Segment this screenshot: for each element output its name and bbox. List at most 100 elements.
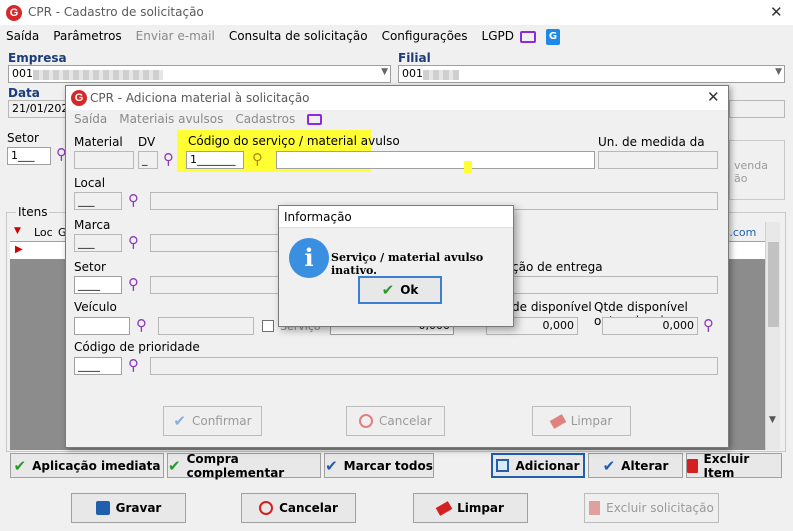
dv-field[interactable]: _ <box>138 151 158 169</box>
local-label: Local <box>74 176 106 190</box>
dv-label: DV <box>138 135 156 149</box>
app-logo-icon: G <box>71 90 87 106</box>
menu-consulta[interactable]: Consulta de solicitação <box>229 29 368 45</box>
menu-lgpd[interactable]: LGPD <box>482 29 514 45</box>
filial-label: Filial <box>398 51 431 65</box>
search-icon[interactable]: ⚲ <box>703 318 714 333</box>
redacted-text <box>423 70 459 80</box>
close-icon[interactable]: ✕ <box>770 3 783 21</box>
side-panel: venda ão <box>729 140 785 200</box>
chevron-down-icon[interactable]: ▼ <box>775 67 782 77</box>
dialog-limpar-button[interactable]: Limpar <box>532 406 631 436</box>
excluir-item-button[interactable]: Excluir Item <box>686 452 782 480</box>
confirmar-button[interactable]: ✔ Confirmar <box>163 406 262 436</box>
close-icon[interactable]: ✕ <box>707 88 720 106</box>
data-field[interactable]: 21/01/2020 <box>8 100 68 118</box>
redacted-text <box>33 70 163 80</box>
check-icon: ✔ <box>13 456 27 475</box>
prioridade-desc-field[interactable] <box>150 357 718 375</box>
entrega-field[interactable] <box>512 276 718 294</box>
marca-desc-field[interactable] <box>150 234 280 252</box>
limpar-button[interactable]: Limpar <box>413 493 528 523</box>
eraser-icon <box>435 500 453 516</box>
ok-button[interactable]: ✔ Ok <box>358 276 442 304</box>
setor-label: Setor <box>74 260 106 274</box>
codigo-desc-field[interactable] <box>276 151 595 169</box>
compra-complementar-button[interactable]: ✔ Compra complementar <box>167 452 321 480</box>
search-icon[interactable]: ⚲ <box>128 277 139 292</box>
cancel-icon <box>359 414 374 428</box>
search-icon[interactable]: ⚲ <box>128 358 139 373</box>
dialog-titlebar: G CPR - Adiciona material à solicitação … <box>66 86 728 110</box>
veiculo-desc-field[interactable] <box>158 317 254 335</box>
sort-down-icon[interactable]: ▼ <box>14 226 21 236</box>
filial-combo[interactable]: 001 ▼ <box>398 65 785 83</box>
add-icon <box>496 459 510 472</box>
app-shortcut-icon[interactable]: G <box>546 29 561 45</box>
dialog-title: CPR - Adiciona material à solicitação <box>90 91 310 105</box>
monitor-icon[interactable] <box>307 114 323 125</box>
prioridade-field[interactable]: ____ <box>74 357 122 375</box>
cancel-icon <box>259 501 274 515</box>
empresa-label: Empresa <box>8 51 67 65</box>
msgbox-title: Informação <box>284 210 352 224</box>
codigo-field[interactable]: 1_______ <box>186 151 244 169</box>
msgbox-message: Serviço / material avulso inativo. <box>331 251 484 277</box>
search-icon[interactable]: ⚲ <box>128 193 139 208</box>
menu-parametros[interactable]: Parâmetros <box>53 29 121 45</box>
check-icon: ✔ <box>325 456 338 475</box>
info-messagebox: Informação i Serviço / material avulso i… <box>278 205 514 327</box>
local-field[interactable]: ___ <box>74 192 122 210</box>
adicionar-button[interactable]: Adicionar <box>491 453 585 478</box>
menu-materiais-avulsos[interactable]: Materiais avulsos <box>119 112 223 126</box>
msgbox-titlebar: Informação <box>279 206 513 228</box>
veiculo-field[interactable] <box>74 317 130 335</box>
search-icon[interactable]: ⚲ <box>252 152 263 167</box>
unidade-field[interactable] <box>598 151 718 169</box>
menu-saida[interactable]: Saída <box>6 29 39 45</box>
dialog-cancelar-button[interactable]: Cancelar <box>346 406 445 436</box>
search-icon[interactable]: ⚲ <box>128 235 139 250</box>
disponivel-outros-field[interactable]: 0,000 <box>602 317 698 335</box>
menu-saida[interactable]: Saída <box>74 112 107 126</box>
servico-checkbox[interactable] <box>262 320 274 332</box>
search-icon[interactable]: ⚲ <box>163 152 174 167</box>
right-field <box>729 100 785 118</box>
setor-desc-field[interactable] <box>150 276 280 294</box>
setor-field[interactable]: 1___ <box>7 147 51 165</box>
chevron-down-icon[interactable]: ▼ <box>769 415 776 425</box>
marca-label: Marca <box>74 218 111 232</box>
setor-label: Setor <box>7 131 39 145</box>
marca-field[interactable]: ___ <box>74 234 122 252</box>
monitor-icon[interactable] <box>520 31 537 43</box>
trash-icon <box>687 458 698 473</box>
trash-icon <box>589 501 601 515</box>
check-icon: ✔ <box>168 456 181 475</box>
menu-configuracoes[interactable]: Configurações <box>382 29 468 45</box>
codigo-label: Código do serviço / material avulso <box>188 134 400 148</box>
check-icon: ✔ <box>381 281 395 299</box>
dialog-menubar: Saída Materiais avulsos Cadastros <box>74 112 323 126</box>
material-label: Material <box>74 135 123 149</box>
alterar-button[interactable]: ✔ Alterar <box>588 453 683 478</box>
grid-scrollbar[interactable]: ▼ <box>765 222 780 450</box>
save-icon <box>95 501 110 515</box>
cancelar-button[interactable]: Cancelar <box>241 493 356 523</box>
search-icon[interactable]: ⚲ <box>136 318 147 333</box>
main-titlebar: G CPR - Cadastro de solicitação ✕ <box>0 0 793 25</box>
grid-col-loc[interactable]: Loc <box>34 226 53 239</box>
menu-cadastros[interactable]: Cadastros <box>235 112 295 126</box>
menu-enviar-email[interactable]: Enviar e-mail <box>136 29 215 45</box>
veiculo-label: Veículo <box>74 300 117 314</box>
side-text: ão <box>734 172 748 185</box>
setor-field[interactable]: ____ <box>74 276 122 294</box>
aplicacao-imediata-button[interactable]: ✔ Aplicação imediata <box>10 453 164 478</box>
excluir-solicitacao-button[interactable]: Excluir solicitação <box>584 493 719 523</box>
material-field[interactable] <box>74 151 134 169</box>
itens-label: Itens <box>16 205 50 219</box>
chevron-down-icon[interactable]: ▼ <box>381 67 388 77</box>
empresa-combo[interactable]: 001 ▼ <box>8 65 391 83</box>
gravar-button[interactable]: Gravar <box>71 493 186 523</box>
marcar-todos-button[interactable]: ✔ Marcar todos <box>324 453 434 478</box>
scrollbar-thumb[interactable] <box>768 242 779 327</box>
